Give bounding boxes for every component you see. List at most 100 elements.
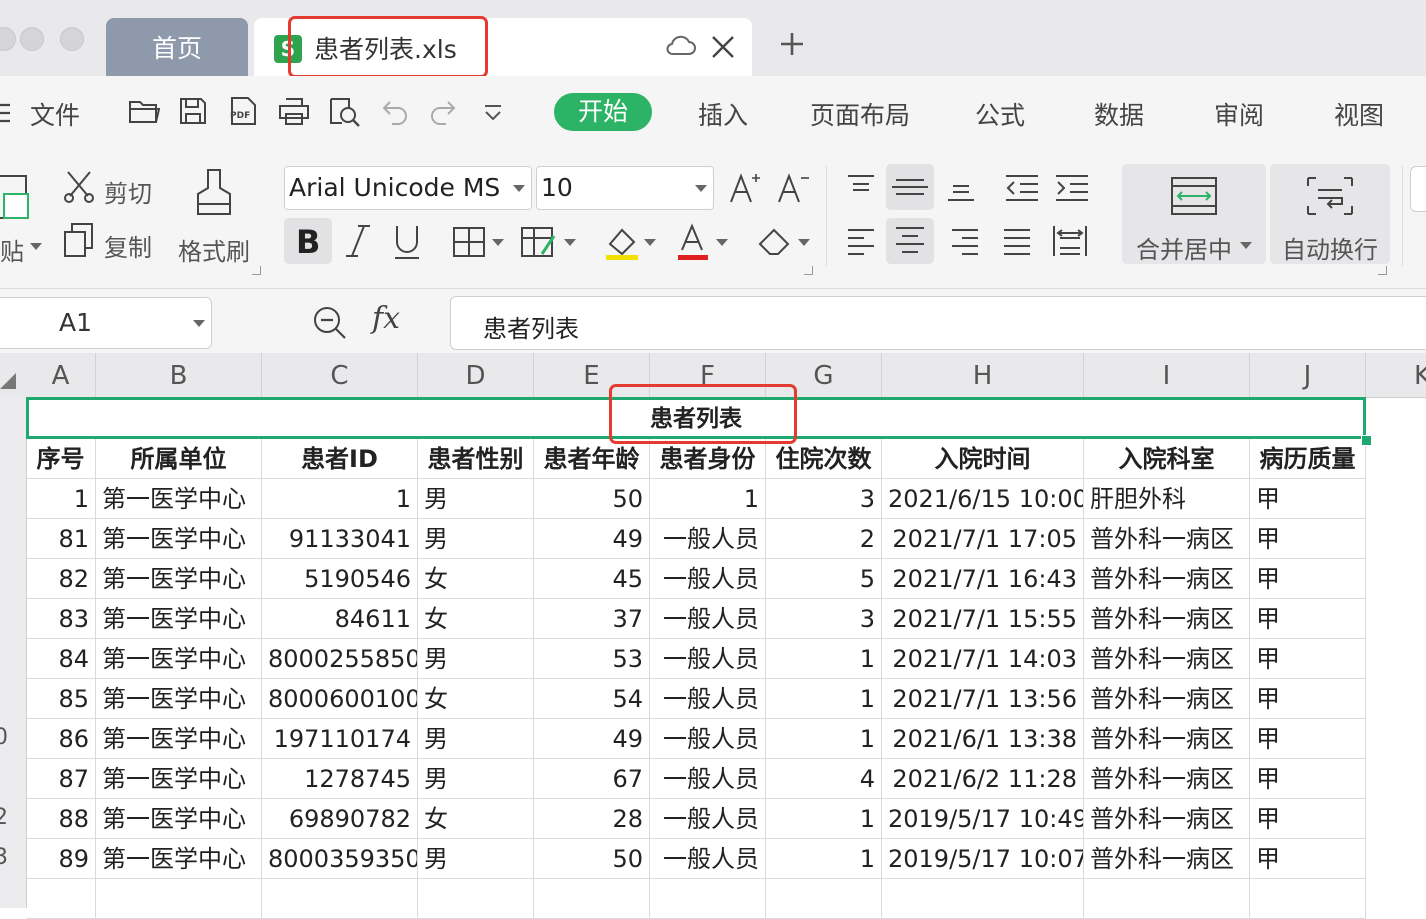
formula-input[interactable]: 患者列表	[450, 296, 1426, 350]
table-cell[interactable]: 第一医学中心	[96, 799, 262, 839]
menu-file[interactable]: 文件	[30, 96, 80, 132]
tab-home[interactable]: 首页	[106, 18, 248, 76]
align-top-icon[interactable]	[846, 174, 876, 200]
table-cell[interactable]: 2021/7/1 13:56	[882, 679, 1084, 719]
table-cell[interactable]: 2021/6/2 11:28	[882, 759, 1084, 799]
table-cell-empty[interactable]	[418, 879, 534, 919]
number-format-box[interactable]	[1410, 166, 1426, 212]
table-cell[interactable]: 一般人员	[650, 599, 766, 639]
column-header-d[interactable]: D	[418, 353, 534, 397]
table-cell[interactable]: 一般人员	[650, 559, 766, 599]
table-cell[interactable]: 84	[26, 639, 96, 679]
table-cell[interactable]: 5190546	[262, 559, 418, 599]
menu-view[interactable]: 视图	[1334, 96, 1384, 132]
table-header-cell[interactable]: 住院次数	[766, 439, 882, 479]
table-cell[interactable]: 83	[26, 599, 96, 639]
table-cell[interactable]: 甲	[1250, 599, 1366, 639]
table-cell[interactable]: 85	[26, 679, 96, 719]
paste-dropdown-caret[interactable]	[30, 243, 42, 250]
wrap-text-button[interactable]: 自动换行	[1270, 164, 1390, 264]
table-cell[interactable]: 甲	[1250, 719, 1366, 759]
menu-icon[interactable]	[0, 103, 12, 123]
table-cell[interactable]: 第一医学中心	[96, 679, 262, 719]
pdf-icon[interactable]: PDF	[228, 96, 260, 126]
table-cell[interactable]: 一般人员	[650, 839, 766, 879]
font-group-launcher[interactable]	[804, 266, 813, 275]
window-maximize-dot[interactable]	[60, 27, 84, 51]
table-cell[interactable]: 8000600100	[262, 679, 418, 719]
column-header-k[interactable]: K	[1366, 353, 1426, 397]
cell-style-icon[interactable]	[520, 224, 580, 260]
table-cell[interactable]: 一般人员	[650, 719, 766, 759]
table-cell[interactable]: 2021/6/15 10:00	[882, 479, 1084, 519]
table-cell[interactable]: 2021/7/1 15:55	[882, 599, 1084, 639]
menu-start[interactable]: 开始	[554, 93, 652, 131]
table-cell[interactable]: 1	[766, 679, 882, 719]
window-minimize-dot[interactable]	[20, 27, 44, 51]
table-cell[interactable]: 甲	[1250, 479, 1366, 519]
name-box[interactable]: A1	[0, 297, 212, 349]
close-icon[interactable]	[710, 34, 736, 60]
table-cell[interactable]: 普外科一病区	[1084, 719, 1250, 759]
cut-label[interactable]: 剪切	[104, 174, 152, 209]
print-icon[interactable]	[278, 96, 310, 126]
table-cell[interactable]: 8000359350	[262, 839, 418, 879]
decrease-indent-icon[interactable]	[1004, 174, 1040, 202]
table-header-cell[interactable]: 入院时间	[882, 439, 1084, 479]
clipboard-group-launcher[interactable]	[252, 266, 261, 275]
table-header-cell[interactable]: 患者年龄	[534, 439, 650, 479]
table-cell[interactable]: 69890782	[262, 799, 418, 839]
table-header-cell[interactable]: 病历质量	[1250, 439, 1366, 479]
plus-icon[interactable]	[778, 30, 806, 58]
table-cell[interactable]: 普外科一病区	[1084, 799, 1250, 839]
border-icon[interactable]	[452, 224, 506, 260]
table-cell-empty[interactable]	[26, 879, 96, 919]
table-cell[interactable]: 女	[418, 559, 534, 599]
format-painter-label[interactable]: 格式刷	[178, 232, 250, 267]
distributed-align-icon[interactable]	[1052, 224, 1088, 258]
table-cell-empty[interactable]	[534, 879, 650, 919]
scissors-icon[interactable]	[62, 170, 96, 204]
menu-page-layout[interactable]: 页面布局	[810, 96, 910, 132]
table-cell[interactable]: 50	[534, 479, 650, 519]
table-header-cell[interactable]: 所属单位	[96, 439, 262, 479]
table-cell[interactable]: 49	[534, 519, 650, 559]
align-right-icon[interactable]	[950, 228, 980, 256]
window-close-dot[interactable]	[0, 27, 16, 51]
table-cell[interactable]: 67	[534, 759, 650, 799]
table-cell[interactable]: 男	[418, 719, 534, 759]
row-header-number[interactable]: 3	[0, 845, 24, 870]
fill-color-icon[interactable]	[602, 222, 660, 262]
table-cell-empty[interactable]	[650, 879, 766, 919]
save-icon[interactable]	[178, 96, 208, 126]
fill-handle[interactable]	[1361, 435, 1372, 446]
column-header-i[interactable]: I	[1084, 353, 1250, 397]
table-cell[interactable]: 女	[418, 799, 534, 839]
table-cell[interactable]: 甲	[1250, 519, 1366, 559]
alignment-group-launcher[interactable]	[1378, 266, 1387, 275]
table-cell[interactable]: 1	[766, 639, 882, 679]
table-header-cell[interactable]: 患者性别	[418, 439, 534, 479]
table-cell[interactable]: 第一医学中心	[96, 839, 262, 879]
table-header-cell[interactable]: 入院科室	[1084, 439, 1250, 479]
table-cell[interactable]: 2021/7/1 14:03	[882, 639, 1084, 679]
table-cell[interactable]: 女	[418, 599, 534, 639]
column-header-a[interactable]: A	[26, 353, 96, 397]
print-preview-icon[interactable]	[328, 96, 362, 128]
spreadsheet-grid[interactable]: ABCDEFGHIJK 023 序号 所属单位 患者ID 患者性别 患者年龄 患者身份 住院…	[0, 353, 1426, 919]
table-cell[interactable]: 普外科一病区	[1084, 559, 1250, 599]
increase-indent-icon[interactable]	[1054, 174, 1090, 202]
table-cell[interactable]: 女	[418, 679, 534, 719]
align-middle-button[interactable]	[886, 164, 934, 210]
select-all-corner-icon[interactable]	[0, 371, 18, 391]
table-cell[interactable]: 1278745	[262, 759, 418, 799]
table-cell-empty[interactable]	[1250, 879, 1366, 919]
font-size-select[interactable]: 10	[536, 166, 714, 210]
table-cell[interactable]: 一般人员	[650, 679, 766, 719]
table-cell[interactable]: 男	[418, 839, 534, 879]
row-header-number[interactable]: 2	[0, 805, 24, 830]
table-cell[interactable]: 88	[26, 799, 96, 839]
table-cell[interactable]: 54	[534, 679, 650, 719]
undo-icon[interactable]	[380, 96, 410, 126]
table-cell[interactable]: 37	[534, 599, 650, 639]
